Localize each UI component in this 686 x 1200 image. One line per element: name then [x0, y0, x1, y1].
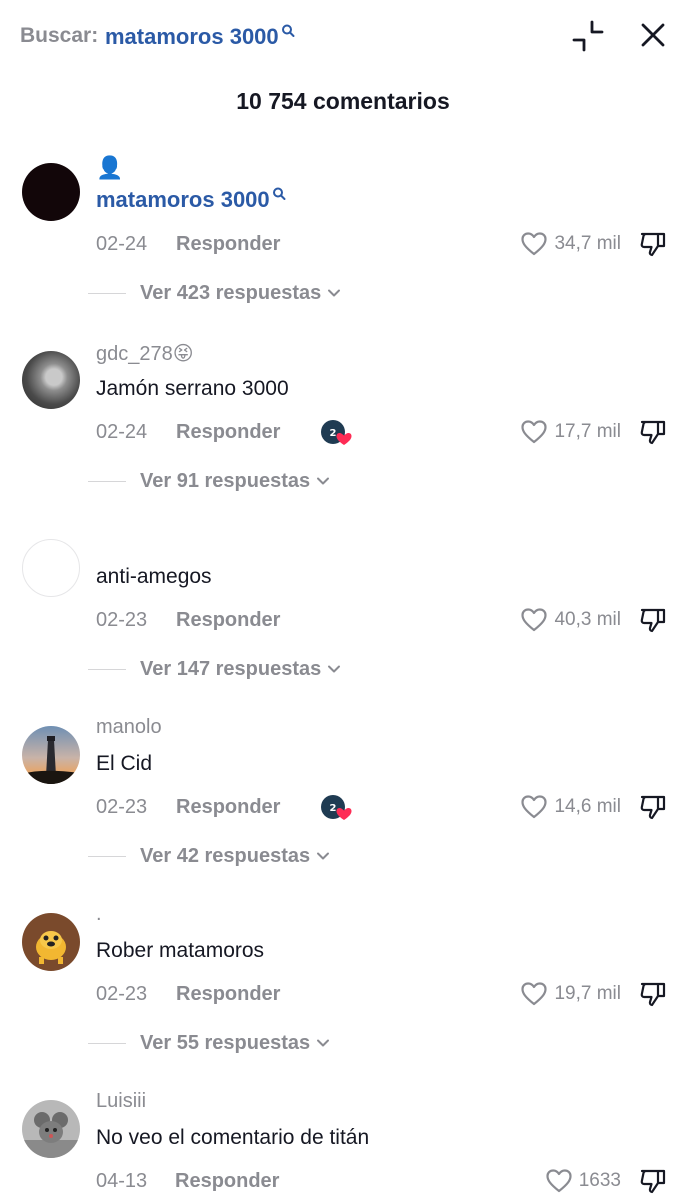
dislike-icon[interactable]	[638, 605, 668, 635]
chevron-down-icon	[317, 1039, 330, 1047]
comment-date: 02-23	[96, 796, 148, 818]
comment-item: Luisiii No veo el comentario de titán 04…	[0, 1090, 686, 1200]
username[interactable]: .	[96, 903, 102, 926]
comment-text: anti-amegos	[96, 565, 212, 588]
avatar[interactable]	[22, 539, 80, 597]
like-button[interactable]: 19,7 mil	[520, 979, 621, 1009]
view-replies-button[interactable]: Ver 147 respuestas	[88, 656, 342, 682]
username-link-text: matamoros 3000	[96, 187, 270, 212]
username[interactable]: manolo	[96, 716, 162, 739]
close-icon[interactable]	[636, 18, 670, 52]
comment-text: El Cid	[96, 752, 153, 775]
search-prefix: Buscar:	[20, 24, 99, 47]
like-count: 34,7 mil	[554, 233, 621, 254]
svg-text:2: 2	[330, 428, 337, 439]
reply-button[interactable]: Responder	[176, 421, 280, 444]
view-replies-label: Ver 91 respuestas	[140, 469, 311, 492]
lighthouse-image	[22, 736, 80, 784]
heart-icon	[521, 608, 548, 632]
reply-button[interactable]: Responder	[176, 983, 280, 1006]
reply-button[interactable]: Responder	[176, 233, 280, 256]
creator-liked-badge: 2	[321, 420, 352, 445]
reply-button[interactable]: Responder	[176, 609, 280, 632]
chevron-down-icon	[317, 852, 330, 860]
comment-date: 02-23	[96, 983, 148, 1005]
comment-item: anti-amegos 02-23 Responder 40,3 mil Ver…	[0, 539, 686, 709]
comment-date: 04-13	[96, 1170, 148, 1192]
like-count: 40,3 mil	[554, 609, 621, 630]
reply-button[interactable]: Responder	[175, 1170, 279, 1193]
heart-icon	[521, 795, 548, 819]
comment-text: Jamón serrano 3000	[96, 377, 289, 400]
search-header: Buscar: matamoros 3000	[0, 0, 686, 72]
comment-item: manolo El Cid 02-23 Responder 2 14,6 mil…	[0, 716, 686, 896]
username[interactable]: gdc_278😝	[96, 341, 194, 366]
view-replies-button[interactable]: Ver 91 respuestas	[88, 468, 331, 494]
dislike-icon[interactable]	[638, 979, 668, 1009]
avatar[interactable]	[22, 351, 80, 409]
divider-line	[88, 292, 126, 294]
comment-item: gdc_278😝 Jamón serrano 3000 02-24 Respon…	[0, 343, 686, 521]
dislike-icon[interactable]	[638, 792, 668, 822]
chevron-down-icon	[317, 477, 330, 485]
search-term-link[interactable]: matamoros 3000	[105, 24, 295, 50]
view-replies-label: Ver 55 respuestas	[140, 1031, 311, 1054]
avatar[interactable]	[22, 163, 80, 221]
divider-line	[88, 480, 126, 482]
dislike-icon[interactable]	[638, 417, 668, 447]
svg-text:2: 2	[330, 803, 337, 814]
username[interactable]: Luisiii	[96, 1090, 146, 1113]
heart-icon	[521, 420, 548, 444]
collapse-icon[interactable]	[570, 18, 606, 54]
comment-date: 02-24	[96, 233, 148, 255]
like-count: 14,6 mil	[554, 796, 621, 817]
comment-date: 02-24	[96, 421, 148, 443]
dislike-icon[interactable]	[638, 1166, 668, 1196]
comment-date: 02-23	[96, 609, 148, 631]
view-replies-label: Ver 42 respuestas	[140, 844, 311, 867]
comment-text: Rober matamoros	[96, 939, 265, 962]
username-link[interactable]: matamoros 3000	[96, 187, 286, 213]
like-count: 17,7 mil	[554, 421, 621, 442]
comment-text: No veo el comentario de titán	[96, 1126, 370, 1149]
like-button[interactable]: 14,6 mil	[520, 792, 621, 822]
creator-liked-badge: 2	[321, 795, 352, 820]
like-button[interactable]: 40,3 mil	[520, 605, 621, 635]
user-icon: 👤	[96, 155, 124, 180]
view-replies-button[interactable]: Ver 423 respuestas	[88, 280, 342, 306]
avatar[interactable]	[22, 726, 80, 784]
divider-line	[88, 668, 126, 670]
like-count: 19,7 mil	[554, 983, 621, 1004]
view-replies-label: Ver 423 respuestas	[140, 281, 322, 304]
heart-icon	[521, 982, 548, 1006]
divider-line	[88, 1042, 126, 1044]
search-term-text: matamoros 3000	[105, 24, 279, 49]
comment-item: . Rober matamoros 02-23 Responder 19,7 m…	[0, 903, 686, 1083]
like-button[interactable]: 1633	[545, 1166, 621, 1196]
comment-item: 👤 matamoros 3000 02-24 Responder 34,7 mi…	[0, 155, 686, 333]
cartoon-dog-image	[36, 931, 66, 964]
mouse-image	[22, 1112, 80, 1158]
like-count: 1633	[578, 1170, 621, 1191]
avatar[interactable]	[22, 913, 80, 971]
search-icon	[272, 187, 286, 200]
like-button[interactable]: 34,7 mil	[520, 229, 621, 259]
heart-icon	[521, 232, 548, 256]
comment-count: 10 754 comentarios	[236, 88, 450, 114]
divider-line	[88, 855, 126, 857]
avatar[interactable]	[22, 1100, 80, 1158]
search-icon	[281, 24, 295, 37]
view-replies-button[interactable]: Ver 42 respuestas	[88, 843, 331, 869]
view-replies-label: Ver 147 respuestas	[140, 657, 322, 680]
chevron-down-icon	[328, 289, 341, 297]
dislike-icon[interactable]	[638, 229, 668, 259]
heart-icon	[546, 1169, 572, 1193]
view-replies-button[interactable]: Ver 55 respuestas	[88, 1030, 331, 1056]
like-button[interactable]: 17,7 mil	[520, 417, 621, 447]
reply-button[interactable]: Responder	[176, 796, 280, 819]
chevron-down-icon	[328, 665, 341, 673]
